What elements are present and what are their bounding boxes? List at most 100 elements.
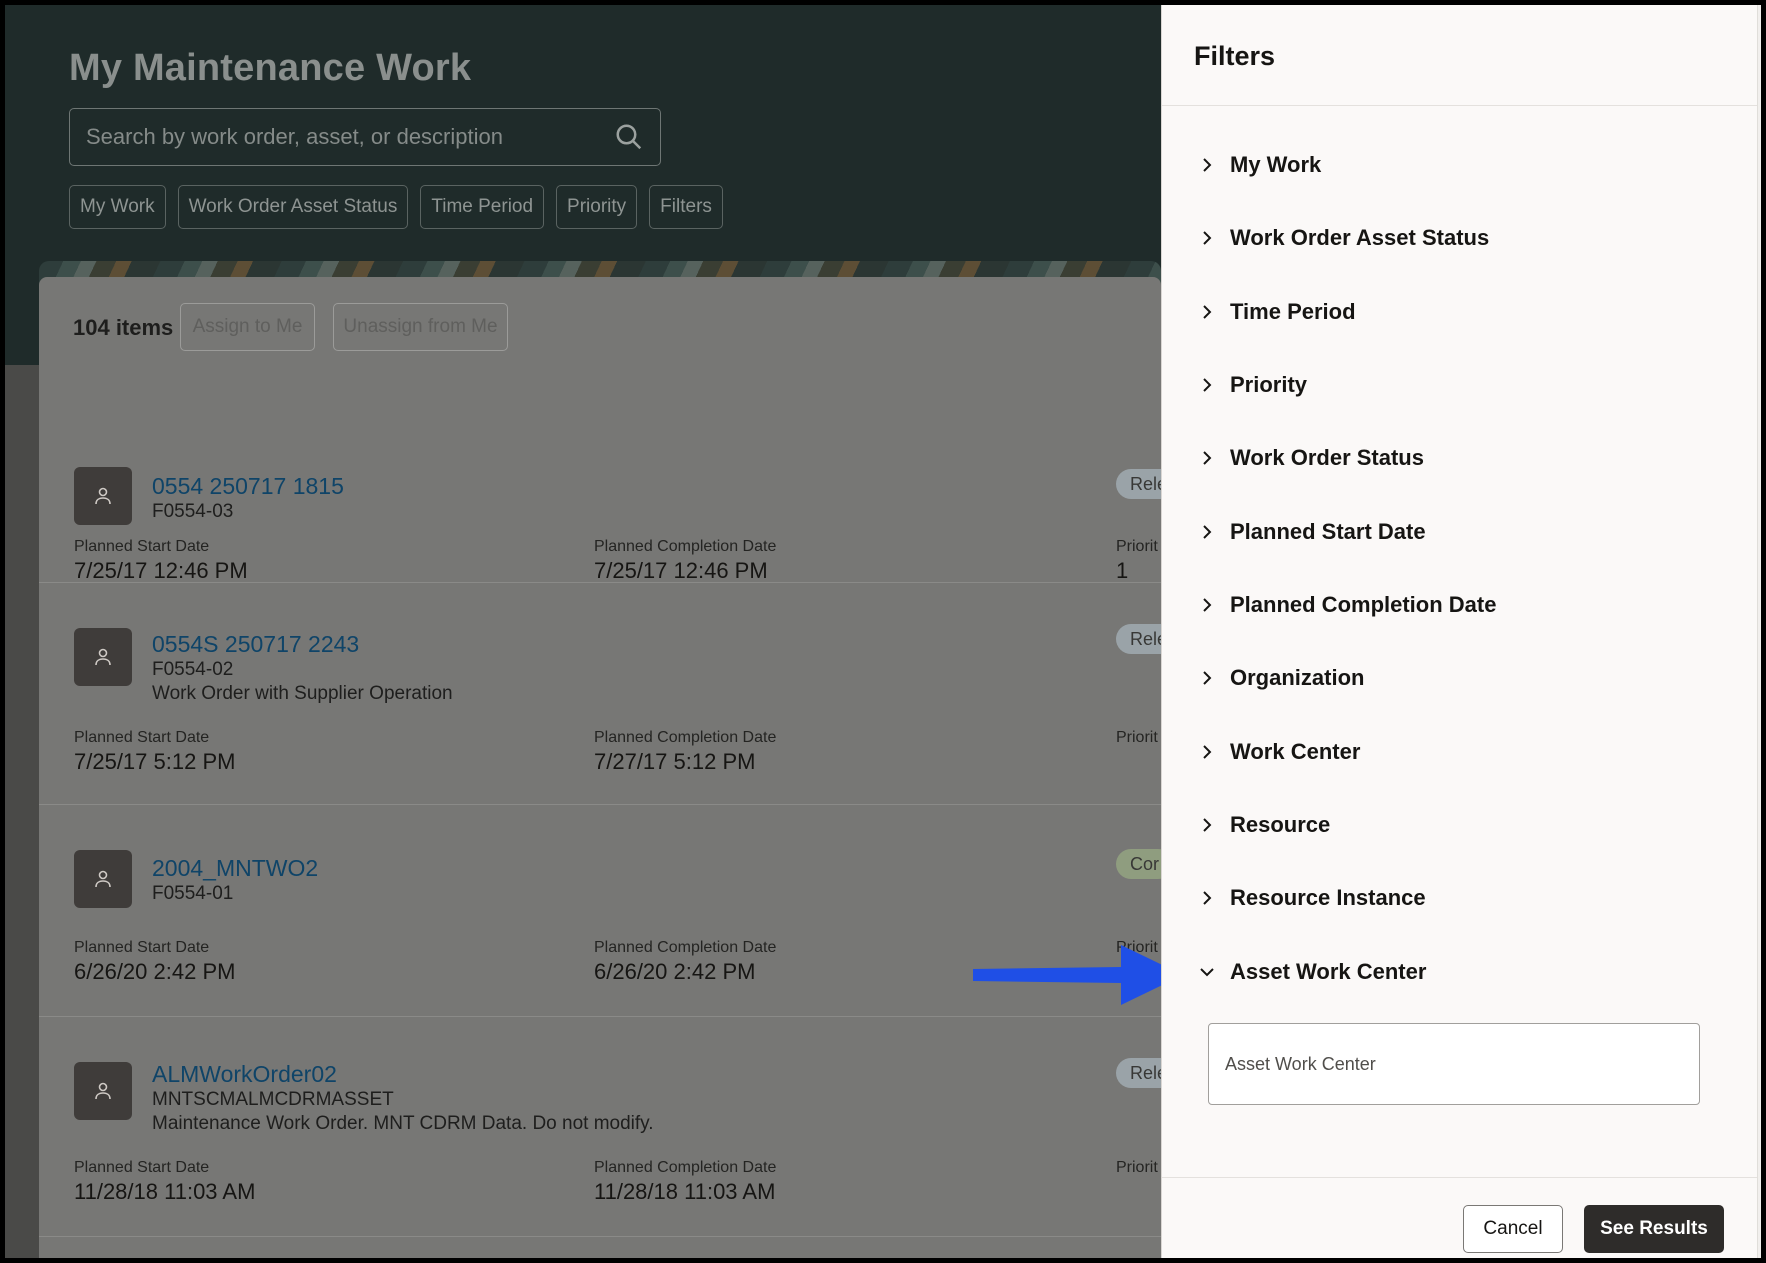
page-title: My Maintenance Work	[69, 47, 472, 89]
assign-to-me-button[interactable]: Assign to Me	[180, 303, 315, 351]
asset-number: F0554-03	[152, 501, 234, 522]
work-order-card[interactable]: 0554S 250717 2243 F0554-02 Work Order wi…	[39, 583, 1182, 805]
search-box[interactable]	[69, 108, 661, 166]
chip-time-period[interactable]: Time Period	[420, 185, 545, 229]
drawer-title: Filters	[1194, 41, 1276, 71]
filter-label: Organization	[1230, 665, 1365, 690]
scrollbar-thumb[interactable]	[1761, 13, 1766, 1233]
avatar	[74, 850, 132, 908]
planned-start-label: Planned Start Date	[74, 1159, 210, 1176]
filter-work-order-asset-status[interactable]: Work Order Asset Status	[1198, 218, 1489, 258]
filter-resource[interactable]: Resource	[1198, 805, 1330, 845]
priority-label: Priorit	[1116, 729, 1158, 746]
planned-start-value: 11/28/18 11:03 AM	[74, 1179, 256, 1204]
planned-start-value: 7/25/17 5:12 PM	[74, 749, 236, 774]
filter-label: My Work	[1230, 152, 1322, 177]
priority-value: 1	[1116, 558, 1129, 583]
chevron-right-icon	[1203, 158, 1212, 172]
planned-completion-value: 11/28/18 11:03 AM	[594, 1179, 776, 1204]
chevron-right-icon	[1203, 525, 1212, 539]
work-order-link[interactable]: 2004_MNTWO2	[152, 855, 318, 882]
filter-label: Work Order Status	[1230, 445, 1424, 470]
chip-priority[interactable]: Priority	[556, 185, 638, 229]
chevron-right-icon	[1203, 598, 1212, 612]
work-order-description: Work Order with Supplier Operation	[152, 683, 453, 704]
filter-label: Time Period	[1230, 299, 1356, 324]
planned-completion-label: Planned Completion Date	[594, 1159, 777, 1176]
person-icon	[95, 1082, 111, 1100]
chevron-right-icon	[1203, 231, 1212, 245]
see-results-button[interactable]: See Results	[1584, 1205, 1724, 1253]
filter-planned-completion-date[interactable]: Planned Completion Date	[1198, 585, 1496, 625]
filter-label: Planned Start Date	[1230, 519, 1426, 544]
planned-start-value: 6/26/20 2:42 PM	[74, 959, 236, 984]
chevron-right-icon	[1203, 378, 1212, 392]
person-icon	[95, 870, 111, 888]
work-order-link[interactable]: 0554 250717 1815	[152, 473, 344, 500]
work-order-description: Maintenance Work Order. MNT CDRM Data. D…	[152, 1113, 654, 1134]
callout-arrow-icon	[973, 945, 1183, 1005]
planned-completion-value: 7/25/17 12:46 PM	[594, 558, 768, 583]
results-panel: 104 items Assign to Me Unassign from Me …	[39, 277, 1182, 1258]
chevron-right-icon	[1203, 891, 1212, 905]
filter-resource-instance[interactable]: Resource Instance	[1198, 878, 1426, 918]
filter-label: Asset Work Center	[1230, 959, 1427, 984]
planned-completion-value: 6/26/20 2:42 PM	[594, 959, 756, 984]
avatar	[74, 467, 132, 525]
chip-work-order-asset-status[interactable]: Work Order Asset Status	[177, 185, 409, 229]
filter-time-period[interactable]: Time Period	[1198, 292, 1356, 332]
chevron-right-icon	[1203, 745, 1212, 759]
filter-label: Planned Completion Date	[1230, 592, 1497, 617]
filter-my-work[interactable]: My Work	[1198, 145, 1321, 185]
filter-work-center[interactable]: Work Center	[1198, 732, 1360, 772]
divider	[1162, 105, 1761, 106]
quick-filter-chips: My Work Work Order Asset Status Time Per…	[69, 185, 723, 229]
item-count: 104 items	[73, 315, 174, 340]
work-order-link[interactable]: 0554S 250717 2243	[152, 631, 359, 658]
avatar	[74, 628, 132, 686]
person-icon	[95, 487, 111, 505]
cancel-button[interactable]: Cancel	[1463, 1205, 1563, 1253]
filter-label: Work Order Asset Status	[1230, 225, 1490, 250]
person-icon	[95, 648, 111, 666]
filter-label: Resource	[1230, 812, 1331, 837]
filter-label: Resource Instance	[1230, 885, 1426, 910]
filter-label: Priority	[1230, 372, 1308, 397]
drawer-scrollbar[interactable]	[1757, 5, 1766, 1258]
avatar	[74, 1062, 132, 1120]
chevron-right-icon	[1203, 305, 1212, 319]
maintenance-page: My Maintenance Work My Work Work Order A…	[5, 5, 1182, 1258]
chip-filters[interactable]: Filters	[649, 185, 723, 229]
chip-my-work[interactable]: My Work	[69, 185, 166, 229]
search-input[interactable]	[86, 124, 614, 150]
planned-start-label: Planned Start Date	[74, 729, 210, 746]
chevron-down-icon	[1200, 968, 1214, 977]
filter-planned-start-date[interactable]: Planned Start Date	[1198, 512, 1426, 552]
asset-number: F0554-01	[152, 883, 234, 904]
filter-work-order-status[interactable]: Work Order Status	[1198, 438, 1424, 478]
planned-completion-value: 7/27/17 5:12 PM	[594, 749, 756, 774]
divider	[1162, 1177, 1761, 1178]
filter-label: Work Center	[1230, 739, 1361, 764]
work-order-link[interactable]: ALMWorkOrder02	[152, 1061, 337, 1088]
chevron-right-icon	[1203, 451, 1212, 465]
planned-completion-label: Planned Completion Date	[594, 939, 777, 956]
filter-asset-work-center[interactable]: Asset Work Center	[1198, 952, 1426, 992]
work-order-card[interactable]: ALMWorkOrder02 MNTSCMALMCDRMASSET Mainte…	[39, 1017, 1182, 1237]
planned-start-value: 7/25/17 12:46 PM	[74, 558, 248, 583]
asset-number: F0554-02	[152, 659, 234, 680]
priority-label: Priorit	[1116, 1159, 1158, 1176]
priority-label: Priorit	[1116, 538, 1158, 555]
filter-priority[interactable]: Priority	[1198, 365, 1307, 405]
filters-drawer: Filters My Work Work Order Asset Status …	[1161, 5, 1766, 1258]
unassign-from-me-button[interactable]: Unassign from Me	[333, 303, 508, 351]
planned-completion-label: Planned Completion Date	[594, 538, 777, 555]
planned-completion-label: Planned Completion Date	[594, 729, 777, 746]
chevron-right-icon	[1203, 671, 1212, 685]
chevron-right-icon	[1203, 818, 1212, 832]
asset-work-center-input[interactable]	[1208, 1023, 1700, 1105]
work-order-card[interactable]: 0554 250717 1815 F0554-03 Rele Planned S…	[39, 377, 1182, 583]
filter-organization[interactable]: Organization	[1198, 658, 1364, 698]
search-icon[interactable]	[614, 122, 644, 152]
planned-start-label: Planned Start Date	[74, 939, 210, 956]
